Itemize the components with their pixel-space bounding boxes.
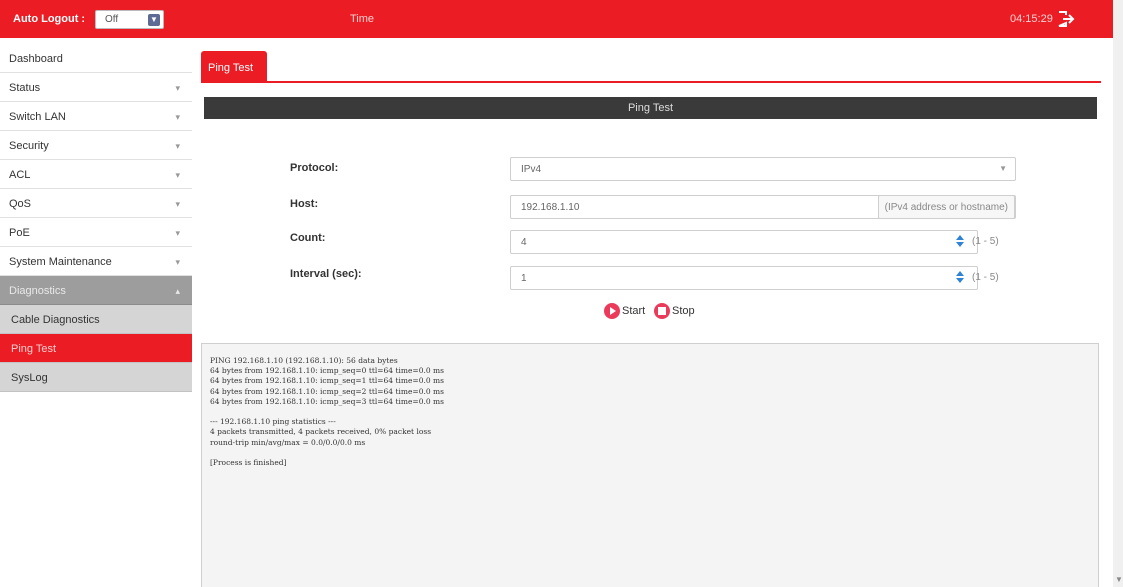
chevron-icon: ▴ [175, 286, 180, 296]
chevron-icon: ▾ [175, 112, 180, 122]
sidebar: Dashboard Status ▾ Switch LAN ▾ Security ▾ … [0, 44, 192, 392]
auto-logout-select[interactable]: Off ▼ [95, 10, 164, 29]
chevron-icon: ▾ [175, 83, 180, 93]
sidebar-item-label: System Maintenance [9, 256, 112, 268]
sidebar-item-label: QoS [9, 198, 32, 210]
host-label: Host: [290, 198, 319, 210]
sidebar-item-label: Status [9, 82, 41, 94]
auto-logout-label: Auto Logout : [13, 13, 86, 25]
chevron-down-icon[interactable]: ▼ [1115, 575, 1123, 584]
section-title: Ping Test [204, 97, 1097, 119]
sidebar-item-label: Security [9, 140, 49, 152]
sidebar-item-acl[interactable]: ACL ▾ [0, 160, 192, 189]
count-label: Count: [290, 232, 326, 244]
host-input[interactable]: 192.168.1.10 (IPv4 address or hostname) [510, 195, 1016, 219]
output-line: 64 bytes from 192.168.1.10: icmp_seq=0 t… [210, 366, 444, 376]
output-line: 4 packets transmitted, 4 packets receive… [210, 427, 432, 437]
sidebar-item-status[interactable]: Status ▾ [0, 73, 192, 102]
protocol-select[interactable]: IPv4 ▼ [510, 157, 1016, 181]
output-line: 64 bytes from 192.168.1.10: icmp_seq=3 t… [210, 396, 444, 406]
sidebar-item-poe[interactable]: PoE ▾ [0, 218, 192, 247]
tab-ping-test[interactable]: Ping Test [201, 51, 267, 81]
interval-range: (1 - 5) [972, 272, 999, 283]
chevron-icon: ▾ [175, 257, 180, 267]
output-line: --- 192.168.1.10 ping statistics --- [210, 417, 336, 427]
count-input[interactable]: 4 [510, 230, 978, 254]
protocol-label: Protocol: [290, 162, 339, 174]
start-button[interactable]: Start [604, 303, 645, 321]
sidebar-item-diagnostics[interactable]: Diagnostics ▴ [0, 276, 192, 305]
sidebar-item-dashboard[interactable]: Dashboard [0, 44, 192, 73]
sidebar-item-label: Dashboard [9, 53, 63, 65]
sidebar-item-label: Diagnostics [9, 285, 66, 297]
chevron-icon: ▾ [175, 141, 180, 151]
sidebar-subitem-cable-diagnostics[interactable]: Cable Diagnostics [0, 305, 192, 334]
chevron-down-icon: ▼ [999, 164, 1007, 173]
time-label: Time [350, 13, 375, 25]
sidebar-subitem-syslog[interactable]: SysLog [0, 363, 192, 392]
output-line: round-trip min/avg/max = 0.0/0.0/0.0 ms [210, 437, 366, 447]
sidebar-subitem-ping-test[interactable]: Ping Test [0, 334, 192, 363]
top-bar: Auto Logout : Off ▼ Time 04:15:29 [0, 0, 1113, 38]
sidebar-subitem-label: Cable Diagnostics [11, 314, 100, 326]
protocol-value: IPv4 [521, 164, 542, 175]
output-line: [Process is finished] [210, 457, 287, 467]
interval-value: 1 [521, 273, 527, 284]
sidebar-item-label: ACL [9, 169, 31, 181]
interval-label: Interval (sec): [290, 268, 362, 280]
count-stepper[interactable] [955, 235, 965, 249]
sidebar-subitem-label: Ping Test [11, 343, 57, 355]
sidebar-item-qos[interactable]: QoS ▾ [0, 189, 192, 218]
stop-label: Stop [672, 305, 695, 317]
auto-logout-value: Off [105, 14, 119, 25]
clock: 04:15:29 [1010, 13, 1053, 25]
ping-output: PING 192.168.1.10 (192.168.1.10): 56 dat… [201, 343, 1099, 587]
output-line: PING 192.168.1.10 (192.168.1.10): 56 dat… [210, 356, 398, 365]
count-value: 4 [521, 237, 527, 248]
host-value: 192.168.1.10 [521, 202, 580, 213]
stop-button[interactable]: Stop [654, 303, 695, 321]
sidebar-item-switch-lan[interactable]: Switch LAN ▾ [0, 102, 192, 131]
chevron-down-icon: ▼ [148, 14, 160, 26]
host-hint: (IPv4 address or hostname) [877, 195, 1015, 219]
output-line: 64 bytes from 192.168.1.10: icmp_seq=1 t… [210, 376, 444, 386]
count-range: (1 - 5) [972, 236, 999, 247]
interval-stepper[interactable] [955, 271, 965, 285]
interval-input[interactable]: 1 [510, 266, 978, 290]
chevron-icon: ▾ [175, 170, 180, 180]
sidebar-subitem-label: SysLog [11, 372, 48, 384]
chevron-icon: ▾ [175, 199, 180, 209]
tab-underline [201, 81, 1101, 83]
logout-icon[interactable] [1056, 9, 1076, 29]
sidebar-item-label: Switch LAN [9, 111, 66, 123]
sidebar-item-system-maintenance[interactable]: System Maintenance ▾ [0, 247, 192, 276]
sidebar-item-label: PoE [9, 227, 30, 239]
chevron-icon: ▾ [175, 228, 180, 238]
sidebar-item-security[interactable]: Security ▾ [0, 131, 192, 160]
stop-icon [654, 303, 670, 319]
output-line: 64 bytes from 192.168.1.10: icmp_seq=2 t… [210, 386, 444, 396]
start-label: Start [622, 305, 646, 317]
page-scrollbar[interactable]: ▼ [1113, 0, 1123, 587]
play-icon [604, 303, 620, 319]
